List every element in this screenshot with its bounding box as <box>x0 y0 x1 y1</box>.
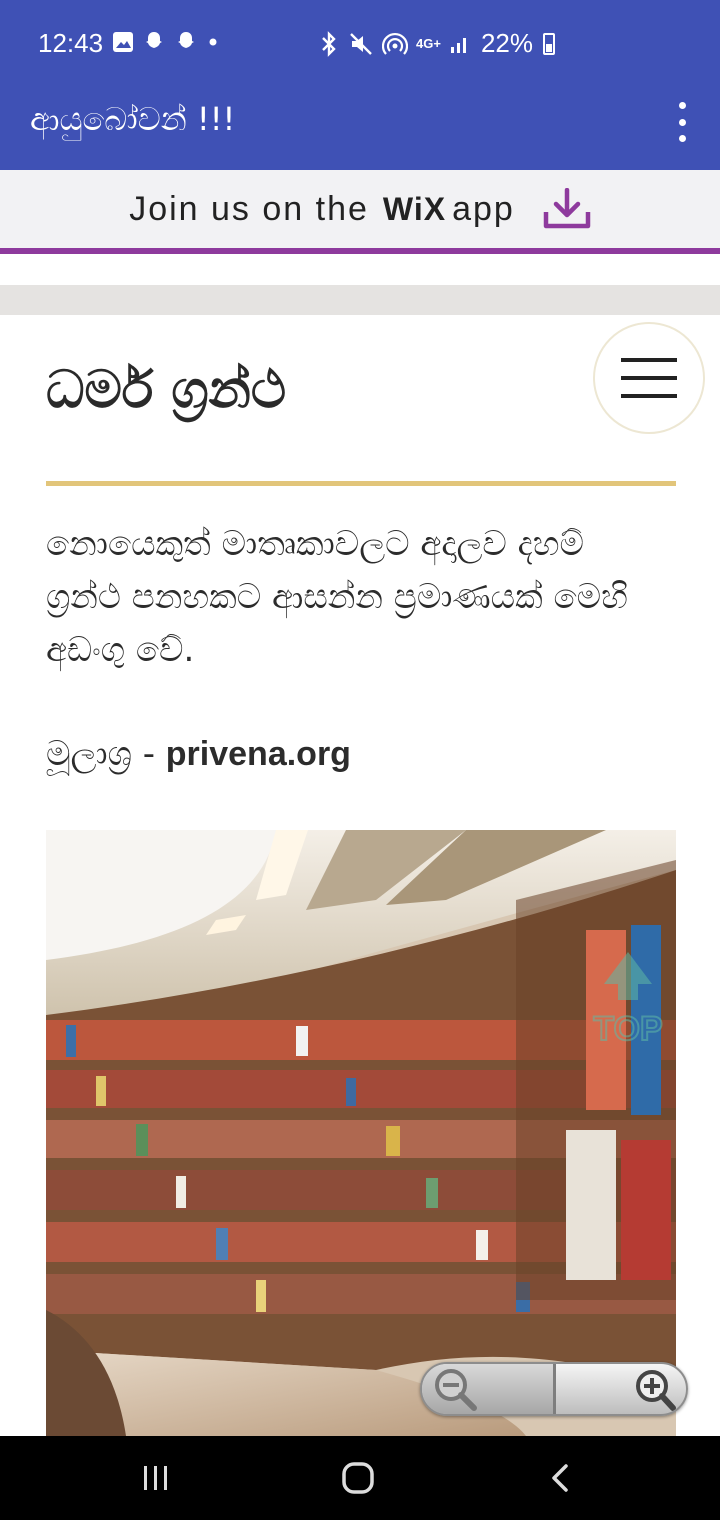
snapchat-icon <box>178 32 194 48</box>
system-icons: 4G+ 22% <box>318 28 555 59</box>
title-divider <box>46 481 676 486</box>
recent-apps-icon[interactable] <box>134 1456 178 1500</box>
scroll-to-top-button[interactable]: TOP <box>578 950 678 1050</box>
bluetooth-icon <box>322 30 336 57</box>
home-icon[interactable] <box>336 1456 380 1500</box>
snapchat-icon <box>146 32 162 48</box>
zoom-out-button[interactable] <box>422 1364 556 1414</box>
app-bar: ආයුබෝවන් !!! <box>0 72 720 170</box>
library-image <box>46 830 676 1436</box>
dot-icon <box>209 38 217 46</box>
zoom-control <box>420 1362 688 1416</box>
notification-icons <box>112 30 220 54</box>
network-type: 4G+ <box>416 36 441 51</box>
banner-text: Join us on the <box>129 189 369 228</box>
app-title: ආයුබෝවන් !!! <box>30 100 236 138</box>
clock: 12:43 <box>38 28 104 58</box>
zoom-in-button[interactable] <box>556 1364 687 1414</box>
mute-icon <box>350 32 372 55</box>
wix-logo: WiX <box>382 190 447 227</box>
source-link[interactable]: privena.org <box>166 735 351 773</box>
hotspot-icon <box>382 32 408 55</box>
battery-icon <box>542 32 555 55</box>
wix-app-banner[interactable]: Join us on the WiX app <box>0 170 720 254</box>
download-icon[interactable] <box>543 188 591 230</box>
gallery-icon <box>113 32 133 52</box>
hamburger-menu-icon[interactable] <box>593 322 705 434</box>
signal-icon <box>450 37 466 53</box>
system-nav-bar <box>0 1436 720 1520</box>
zoom-in-icon <box>636 1370 676 1411</box>
source-line: මූලාශ්‍ර - privena.org <box>46 734 351 774</box>
more-vertical-icon[interactable] <box>670 102 694 142</box>
source-label: මූලාශ්‍ර - <box>46 734 166 774</box>
page-description: නොයෙකුත් මාතෘකාවලට අදාලව දහම් ග්‍රන්ථ පන… <box>46 524 628 670</box>
top-label: TOP <box>593 1010 662 1048</box>
banner-suffix: app <box>452 189 515 228</box>
page-title: ධර්ම ග්‍රන්ථ <box>46 360 287 420</box>
separator-band <box>0 285 720 315</box>
back-icon[interactable] <box>538 1456 582 1500</box>
battery-level: 22% <box>480 28 533 58</box>
zoom-out-icon <box>435 1369 477 1411</box>
